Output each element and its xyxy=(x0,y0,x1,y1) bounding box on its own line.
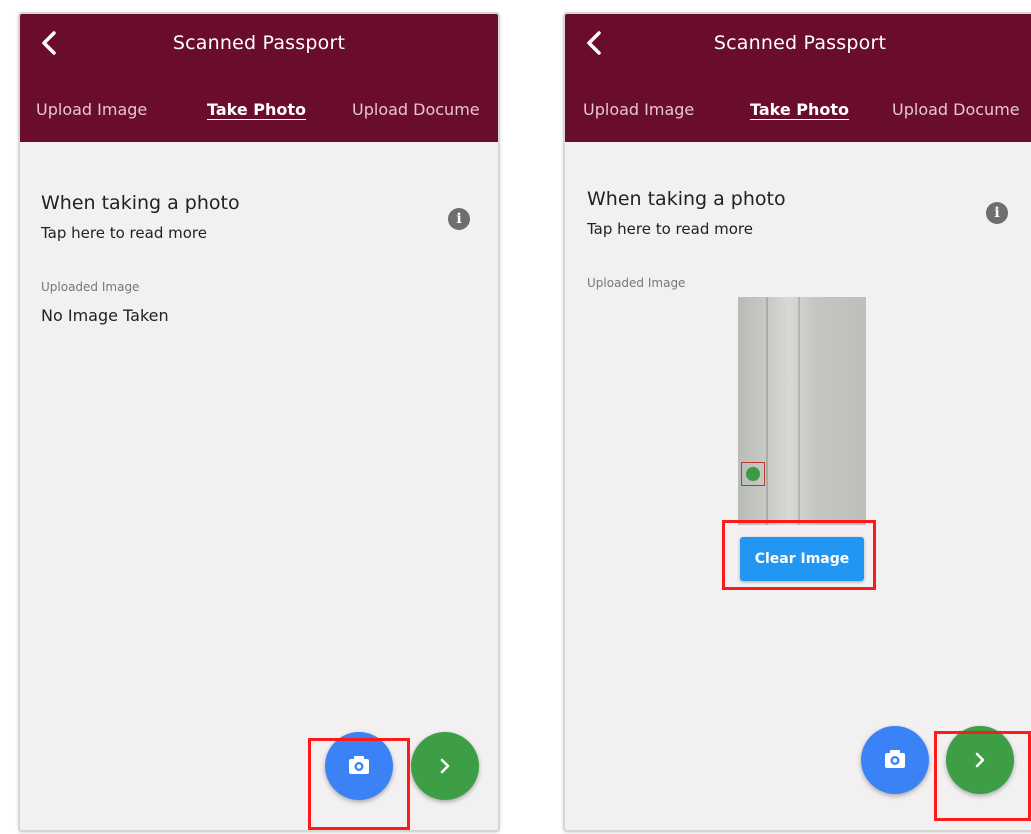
highlight-camera-button xyxy=(308,738,410,830)
content-area: When taking a photo Tap here to read mor… xyxy=(20,142,498,830)
tab-upload-image[interactable]: Upload Image xyxy=(583,100,694,119)
tab-bar: Upload Image Take Photo Upload Docume xyxy=(565,100,1031,130)
uploaded-image-label: Uploaded Image xyxy=(587,276,686,290)
info-icon[interactable]: i xyxy=(448,208,470,230)
chevron-right-icon xyxy=(440,758,450,774)
page-title: Scanned Passport xyxy=(713,32,887,54)
tab-upload-document[interactable]: Upload Docume xyxy=(892,100,1020,119)
tab-take-photo[interactable]: Take Photo xyxy=(750,100,849,119)
info-title: When taking a photo xyxy=(587,188,786,210)
camera-button[interactable] xyxy=(861,726,929,794)
read-more-link[interactable]: Tap here to read more xyxy=(587,220,753,238)
tab-take-photo[interactable]: Take Photo xyxy=(207,100,306,119)
info-title: When taking a photo xyxy=(41,192,240,214)
photo-edge xyxy=(766,297,768,525)
screen-after: Scanned Passport Upload Image Take Photo… xyxy=(563,12,1031,832)
highlight-clear-image-button xyxy=(722,520,876,590)
page-title: Scanned Passport xyxy=(172,32,346,54)
tab-bar: Upload Image Take Photo Upload Docume xyxy=(20,100,498,130)
tab-upload-document[interactable]: Upload Docume xyxy=(352,100,480,119)
uploaded-image-label: Uploaded Image xyxy=(41,280,140,294)
camera-icon xyxy=(885,750,905,768)
read-more-link[interactable]: Tap here to read more xyxy=(41,224,207,242)
image-status: No Image Taken xyxy=(41,306,169,325)
highlight-next-button xyxy=(934,731,1031,821)
app-bar: Scanned Passport Upload Image Take Photo… xyxy=(20,14,498,142)
info-icon[interactable]: i xyxy=(986,202,1008,224)
tab-upload-image[interactable]: Upload Image xyxy=(36,100,147,119)
photo-edge xyxy=(798,297,800,525)
uploaded-photo-thumbnail xyxy=(738,297,866,525)
screen-before: Scanned Passport Upload Image Take Photo… xyxy=(18,12,500,832)
app-bar: Scanned Passport Upload Image Take Photo… xyxy=(565,14,1031,142)
photo-detail xyxy=(741,462,765,486)
next-button[interactable] xyxy=(411,732,479,800)
